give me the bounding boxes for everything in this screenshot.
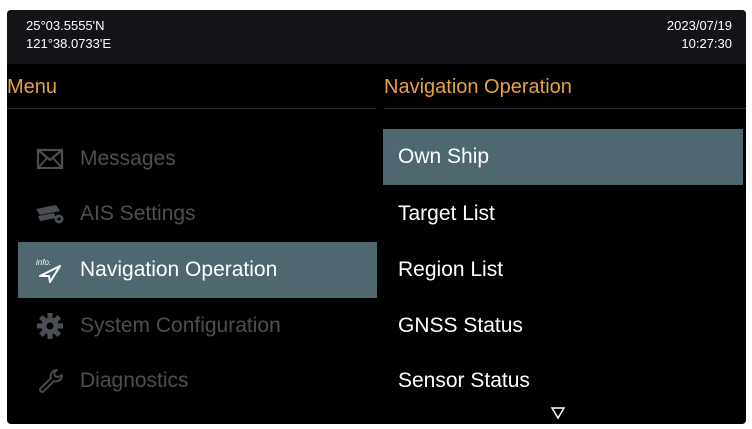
device-frame: 25°03.5555'N 121°38.0733'E 2023/07/19 10…: [0, 0, 752, 429]
menu-title: Menu: [7, 76, 58, 98]
submenu-item-sensor-status[interactable]: Sensor Status: [383, 353, 743, 409]
menu-item-label: AIS Settings: [80, 202, 196, 225]
menu-divider: [7, 108, 376, 109]
submenu-item-region-list[interactable]: Region List: [383, 242, 743, 298]
submenu-item-label: GNSS Status: [398, 314, 523, 337]
gear-icon: [28, 313, 72, 339]
submenu-item-label: Own Ship: [398, 145, 490, 168]
ais-screen: 25°03.5555'N 121°38.0733'E 2023/07/19 10…: [7, 10, 746, 424]
menu-item-system-configuration[interactable]: System Configuration: [18, 298, 377, 354]
submenu-item-label: Region List: [398, 258, 504, 281]
submenu-item-label: Sensor Status: [398, 369, 530, 392]
menu-item-label: Diagnostics: [80, 369, 189, 392]
submenu-item-gnss-status[interactable]: GNSS Status: [383, 298, 743, 354]
latitude: 25°03.5555'N: [26, 18, 105, 33]
menu-item-messages[interactable]: Messages: [18, 131, 377, 187]
scroll-down-arrow-icon[interactable]: [550, 406, 566, 420]
envelope-icon: [28, 148, 72, 170]
submenu-divider: [384, 108, 746, 109]
menu-item-navigation-operation[interactable]: info. Navigation Operation: [18, 242, 377, 298]
info-navigation-icon: info.: [28, 256, 72, 284]
datetime-readout: 2023/07/19 10:27:30: [667, 17, 732, 53]
wrench-icon: [28, 368, 72, 394]
longitude: 121°38.0733'E: [26, 36, 112, 51]
date: 2023/07/19: [666, 18, 732, 33]
submenu-item-own-ship[interactable]: Own Ship: [383, 129, 743, 185]
position-readout: 25°03.5555'N 121°38.0733'E: [26, 17, 111, 53]
submenu-title: Navigation Operation: [384, 76, 572, 98]
ais-transponder-icon: [28, 203, 72, 225]
status-bar: 25°03.5555'N 121°38.0733'E 2023/07/19 10…: [7, 10, 746, 64]
menu-item-ais-settings[interactable]: AIS Settings: [18, 186, 377, 242]
submenu-item-target-list[interactable]: Target List: [383, 186, 743, 242]
menu-item-label: Navigation Operation: [80, 258, 278, 281]
menu-item-label: System Configuration: [80, 314, 281, 337]
menu-item-label: Messages: [80, 147, 176, 170]
submenu-item-label: Target List: [398, 202, 495, 225]
info-tag: info.: [36, 258, 51, 267]
time: 10:27:30: [681, 36, 732, 51]
menu-item-diagnostics[interactable]: Diagnostics: [18, 353, 377, 409]
